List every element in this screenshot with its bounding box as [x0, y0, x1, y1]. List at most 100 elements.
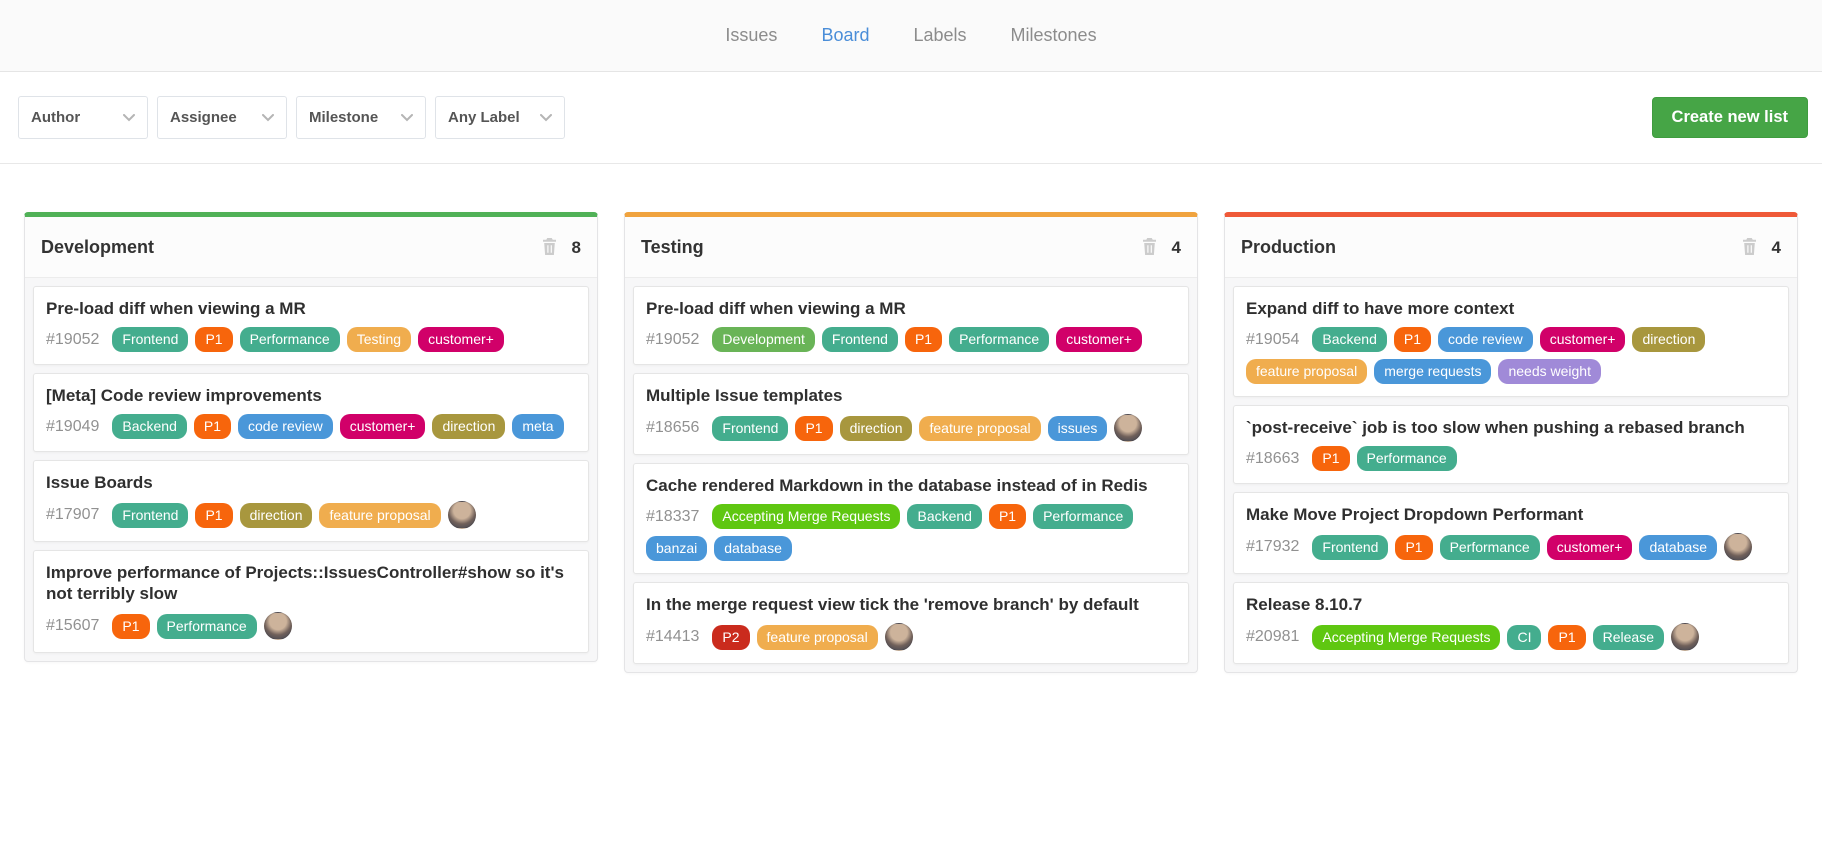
issue-card[interactable]: In the merge request view tick the 'remo… — [633, 582, 1189, 664]
card-meta: #19052 DevelopmentFrontendP1Performancec… — [646, 327, 1176, 352]
label-frontend[interactable]: Frontend — [822, 327, 898, 352]
label-performance[interactable]: Performance — [157, 614, 257, 639]
issue-card[interactable]: [Meta] Code review improvements #19049 B… — [33, 373, 589, 452]
label-frontend[interactable]: Frontend — [712, 416, 788, 441]
issue-card[interactable]: Expand diff to have more context #19054 … — [1233, 286, 1789, 397]
delete-list-button[interactable] — [542, 238, 557, 258]
assignee-avatar[interactable] — [1724, 533, 1752, 561]
tab-board[interactable]: Board — [821, 25, 869, 46]
label-database[interactable]: database — [714, 536, 792, 561]
label-performance[interactable]: Performance — [949, 327, 1049, 352]
assignee-filter-dropdown[interactable]: Assignee — [157, 96, 287, 139]
label-customer+[interactable]: customer+ — [1547, 535, 1633, 560]
issue-card[interactable]: Pre-load diff when viewing a MR #19052 F… — [33, 286, 589, 365]
label-p2[interactable]: P2 — [712, 625, 749, 650]
issue-card[interactable]: Improve performance of Projects::IssuesC… — [33, 550, 589, 653]
card-title[interactable]: Expand diff to have more context — [1246, 298, 1776, 319]
label-p1[interactable]: P1 — [1312, 446, 1349, 471]
label-p1[interactable]: P1 — [795, 416, 832, 441]
assignee-avatar[interactable] — [1671, 623, 1699, 651]
label-customer+[interactable]: customer+ — [418, 327, 504, 352]
card-meta: #19052 FrontendP1PerformanceTestingcusto… — [46, 327, 576, 352]
label-p1[interactable]: P1 — [112, 614, 149, 639]
delete-list-button[interactable] — [1142, 238, 1157, 258]
label-feature-proposal[interactable]: feature proposal — [319, 503, 440, 528]
label-filter-dropdown[interactable]: Any Label — [435, 96, 565, 139]
label-database[interactable]: database — [1639, 535, 1717, 560]
label-direction[interactable]: direction — [840, 416, 913, 441]
label-direction[interactable]: direction — [432, 414, 505, 439]
assignee-avatar[interactable] — [448, 501, 476, 529]
card-title[interactable]: Multiple Issue templates — [646, 385, 1176, 406]
label-p1[interactable]: P1 — [194, 414, 231, 439]
label-feature-proposal[interactable]: feature proposal — [757, 625, 878, 650]
card-title[interactable]: Pre-load diff when viewing a MR — [646, 298, 1176, 319]
card-title[interactable]: Pre-load diff when viewing a MR — [46, 298, 576, 319]
assignee-avatar[interactable] — [885, 623, 913, 651]
create-new-list-button[interactable]: Create new list — [1652, 97, 1808, 138]
label-p1[interactable]: P1 — [1394, 327, 1431, 352]
label-p1[interactable]: P1 — [905, 327, 942, 352]
label-performance[interactable]: Performance — [240, 327, 340, 352]
label-accepting-merge-requests[interactable]: Accepting Merge Requests — [1312, 625, 1500, 650]
label-banzai[interactable]: banzai — [646, 536, 707, 561]
tab-issues[interactable]: Issues — [725, 25, 777, 46]
tab-milestones[interactable]: Milestones — [1011, 25, 1097, 46]
label-backend[interactable]: Backend — [907, 504, 981, 529]
label-p1[interactable]: P1 — [195, 327, 232, 352]
label-performance[interactable]: Performance — [1440, 535, 1540, 560]
milestone-filter-dropdown[interactable]: Milestone — [296, 96, 426, 139]
card-title[interactable]: In the merge request view tick the 'remo… — [646, 594, 1176, 615]
label-p1[interactable]: P1 — [989, 504, 1026, 529]
label-performance[interactable]: Performance — [1033, 504, 1133, 529]
card-title[interactable]: Make Move Project Dropdown Performant — [1246, 504, 1776, 525]
issue-card[interactable]: Issue Boards #17907 FrontendP1directionf… — [33, 460, 589, 542]
label-needs-weight[interactable]: needs weight — [1498, 359, 1601, 384]
card-title[interactable]: Cache rendered Markdown in the database … — [646, 475, 1176, 496]
label-p1[interactable]: P1 — [1395, 535, 1432, 560]
label-backend[interactable]: Backend — [112, 414, 186, 439]
label-accepting-merge-requests[interactable]: Accepting Merge Requests — [712, 504, 900, 529]
card-title[interactable]: `post-receive` job is too slow when push… — [1246, 417, 1776, 438]
issue-card[interactable]: Pre-load diff when viewing a MR #19052 D… — [633, 286, 1189, 365]
label-direction[interactable]: direction — [1632, 327, 1705, 352]
label-feature-proposal[interactable]: feature proposal — [1246, 359, 1367, 384]
card-title[interactable]: Improve performance of Projects::IssuesC… — [46, 562, 576, 604]
card-title[interactable]: Issue Boards — [46, 472, 576, 493]
label-ci[interactable]: CI — [1507, 625, 1541, 650]
label-p1[interactable]: P1 — [195, 503, 232, 528]
label-release[interactable]: Release — [1593, 625, 1664, 650]
label-frontend[interactable]: Frontend — [112, 327, 188, 352]
tab-labels[interactable]: Labels — [913, 25, 966, 46]
label-code-review[interactable]: code review — [238, 414, 333, 439]
issue-card[interactable]: Multiple Issue templates #18656 Frontend… — [633, 373, 1189, 455]
chevron-down-icon — [123, 114, 135, 122]
issue-card[interactable]: Release 8.10.7 #20981 Accepting Merge Re… — [1233, 582, 1789, 664]
delete-list-button[interactable] — [1742, 238, 1757, 258]
label-code-review[interactable]: code review — [1438, 327, 1533, 352]
label-merge-requests[interactable]: merge requests — [1374, 359, 1491, 384]
issue-card[interactable]: `post-receive` job is too slow when push… — [1233, 405, 1789, 484]
label-development[interactable]: Development — [712, 327, 815, 352]
card-title[interactable]: [Meta] Code review improvements — [46, 385, 576, 406]
label-p1[interactable]: P1 — [1548, 625, 1585, 650]
label-customer+[interactable]: customer+ — [1540, 327, 1626, 352]
author-filter-dropdown[interactable]: Author — [18, 96, 148, 139]
card-title[interactable]: Release 8.10.7 — [1246, 594, 1776, 615]
assignee-avatar[interactable] — [1114, 414, 1142, 442]
label-feature-proposal[interactable]: feature proposal — [919, 416, 1040, 441]
label-customer+[interactable]: customer+ — [1056, 327, 1142, 352]
label-customer+[interactable]: customer+ — [340, 414, 426, 439]
label-frontend[interactable]: Frontend — [112, 503, 188, 528]
card-meta: #14413 P2feature proposal — [646, 623, 1176, 651]
label-testing[interactable]: Testing — [347, 327, 411, 352]
issue-card[interactable]: Make Move Project Dropdown Performant #1… — [1233, 492, 1789, 574]
label-backend[interactable]: Backend — [1312, 327, 1386, 352]
label-meta[interactable]: meta — [512, 414, 563, 439]
assignee-avatar[interactable] — [264, 612, 292, 640]
label-frontend[interactable]: Frontend — [1312, 535, 1388, 560]
label-issues[interactable]: issues — [1048, 416, 1108, 441]
label-performance[interactable]: Performance — [1357, 446, 1457, 471]
issue-card[interactable]: Cache rendered Markdown in the database … — [633, 463, 1189, 574]
label-direction[interactable]: direction — [240, 503, 313, 528]
